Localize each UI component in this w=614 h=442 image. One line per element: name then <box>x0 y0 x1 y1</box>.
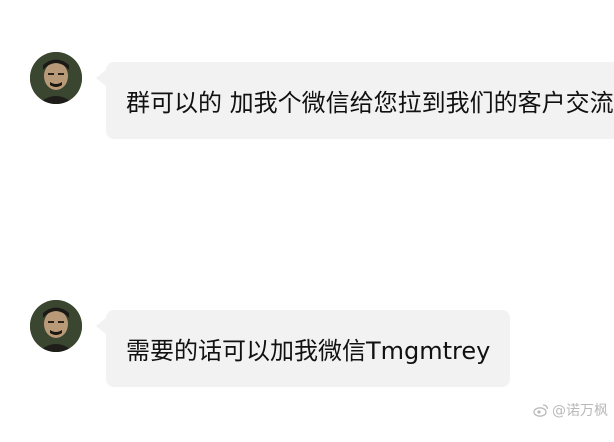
bubble-tail <box>96 318 106 334</box>
watermark: @诺万枫 <box>533 400 608 420</box>
message-text: 需要的话可以加我微信Tmgmtrey <box>126 337 491 365</box>
avatar[interactable] <box>30 52 82 104</box>
message-bubble[interactable]: 群可以的 加我个微信给您拉到我们的客户交流群 <box>106 62 614 139</box>
message-text: 群可以的 加我个微信给您拉到我们的客户交流群 <box>126 89 614 117</box>
avatar[interactable] <box>30 300 82 352</box>
message-bubble[interactable]: 需要的话可以加我微信Tmgmtrey <box>106 310 511 387</box>
bubble-tail <box>96 70 106 86</box>
weibo-icon <box>533 404 549 417</box>
avatar-portrait-icon <box>30 52 82 104</box>
avatar-portrait-icon <box>30 300 82 352</box>
chat-window: 群可以的 加我个微信给您拉到我们的客户交流群 需要的话可以加我微信Tmgmtre… <box>0 0 614 442</box>
watermark-text: @诺万枫 <box>552 403 608 419</box>
